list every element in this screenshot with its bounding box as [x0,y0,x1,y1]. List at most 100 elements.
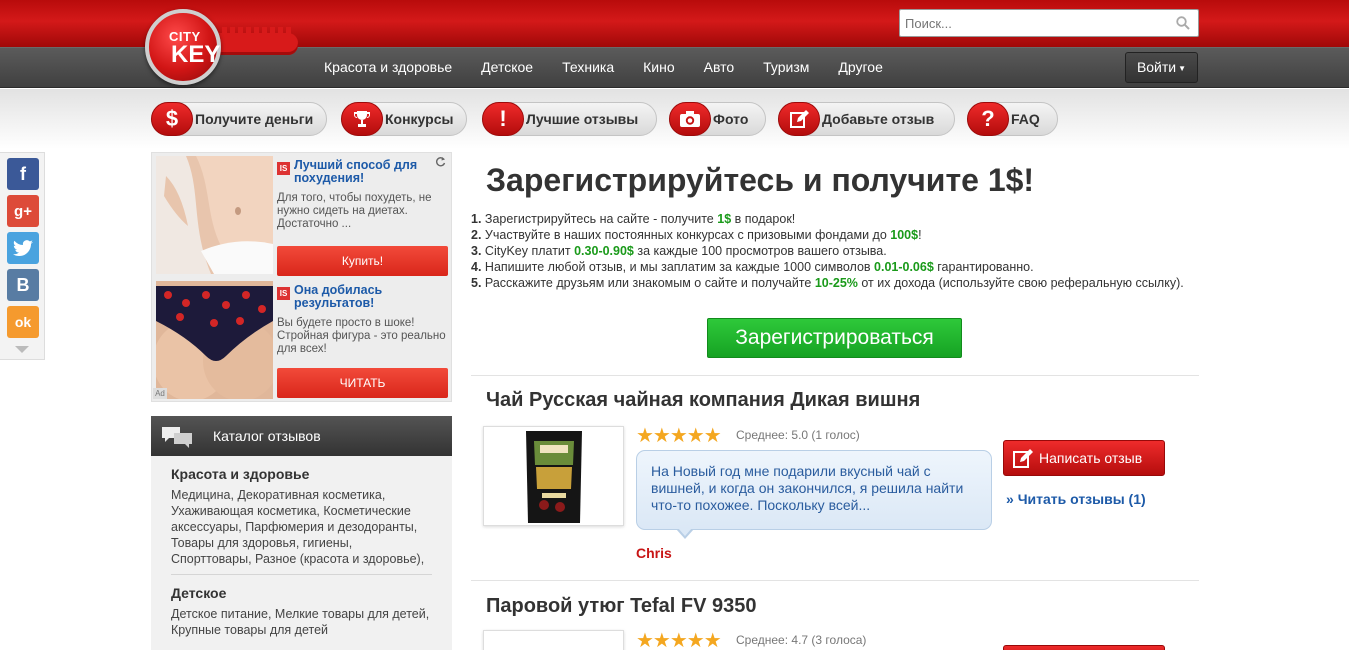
logo-circle: CITY KEY [145,9,221,85]
step-text: CityKey платит [481,244,575,258]
faq-label: FAQ [1011,111,1040,127]
trophy-icon [341,101,383,136]
ad-choices-icon[interactable]: Ad [153,388,167,399]
product-thumbnail[interactable] [483,630,624,650]
product-thumbnail[interactable] [483,426,624,526]
step-highlight: 0.30-0.90$ [574,244,634,258]
step-text: в подарок! [731,212,796,226]
add-review-button[interactable]: Добавьте отзыв [778,101,955,136]
search-box [899,9,1199,37]
ad-item: IS Лучший способ для похудения! Для того… [156,156,449,276]
vk-icon[interactable]: B [7,269,39,301]
step-item: 3. CityKey платит 0.30-0.90$ за каждые 1… [471,243,1191,259]
best-reviews-label: Лучшие отзывы [526,111,639,127]
ad-title[interactable]: Она добилась результатов! [294,284,444,310]
catalog-title: Каталог отзывов [213,428,321,444]
review-product-title[interactable]: Чай Русская чайная компания Дикая вишня [486,389,920,412]
catalog-section-items: Медицина, Декоративная косметика, Ухажив… [171,488,425,566]
ad-description: Вы будете просто в шоке! Стройная фигура… [277,317,446,355]
question-icon: ? [967,101,1009,136]
write-review-button[interactable]: Написать отзыв [1003,440,1165,476]
register-button[interactable]: Зарегистрироваться [707,318,962,358]
rating-stars: ★★★★★ [636,630,722,650]
contests-button[interactable]: Конкурсы [341,101,467,136]
step-text: гарантированно. [933,260,1034,274]
camera-icon [669,101,711,136]
read-reviews-link[interactable]: » Читать отзывы (1) [1006,491,1146,507]
search-input[interactable] [900,10,1160,36]
review-divider [471,580,1199,581]
catalog-section-beauty[interactable]: Красота и здоровье [171,466,432,482]
catalog-section-kids[interactable]: Детское [171,585,432,601]
login-button[interactable]: Войти ▼ [1125,52,1198,83]
nav-item-kids[interactable]: Детское [467,47,547,88]
step-item: 2. Участвуйте в наших постоянных конкурс… [471,227,1191,243]
search-icon[interactable] [1176,16,1190,30]
ad-description: Для того, чтобы похудеть, не нужно сидет… [277,192,432,230]
get-money-button[interactable]: $ Получите деньги [151,101,327,136]
tea-package-image [484,427,623,525]
ad-read-button[interactable]: ЧИТАТЬ [277,368,448,398]
ad-image-bikini[interactable] [156,281,273,399]
social-share-bar: f g+ B ok [0,152,45,360]
step-number: 3. [471,244,482,258]
facebook-icon[interactable]: f [7,158,39,190]
review-author[interactable]: Chris [636,545,672,561]
step-number: 4. [471,260,482,274]
refresh-icon[interactable] [435,156,446,167]
dollar-icon: $ [151,101,193,136]
page-title: Зарегистрируйтесь и получите 1$! [486,162,1035,198]
step-text: Участвуйте в наших постоянных конкурсах … [481,228,891,242]
step-item: 1. Зарегистрируйтесь на сайте - получите… [471,211,1191,227]
double-chevron-right-icon: » [1006,491,1014,507]
nav-item-cinema[interactable]: Кино [629,47,689,88]
photo-button[interactable]: Фото [669,101,766,136]
nav-item-tech[interactable]: Техника [548,47,628,88]
ad-item: IS Она добилась результатов! Вы будете п… [156,281,449,401]
ad-badge-icon: IS [277,162,290,175]
step-highlight: 100$ [890,228,919,242]
step-text: Расскажите друзьям или знакомым о сайте … [481,276,815,290]
step-item: 5. Расскажите друзьям или знакомым о сай… [471,275,1191,291]
read-reviews-label: Читать отзывы (1) [1017,491,1146,507]
more-share-arrow-icon[interactable] [15,346,29,353]
pen-icon [1013,449,1033,468]
ad-buy-button[interactable]: Купить! [277,246,448,276]
bubble-tail-inner [678,528,692,536]
rating-text: Среднее: 5.0 (1 голос) [736,428,860,442]
nav-item-tourism[interactable]: Туризм [749,47,823,88]
step-item: 4. Напишите любой отзыв, и мы заплатим з… [471,259,1191,275]
rating-stars: ★★★★★ [636,425,722,447]
catalog-section: Красота и здоровье Медицина, Декоративна… [151,466,452,575]
nav-item-other[interactable]: Другое [824,47,896,88]
site-logo[interactable]: CITY KEY [142,3,300,87]
reward-steps-list: 1. Зарегистрируйтесь на сайте - получите… [471,211,1191,291]
nav-item-beauty[interactable]: Красота и здоровье [310,47,466,88]
google-plus-icon[interactable]: g+ [7,195,39,227]
ad-title[interactable]: Лучший способ для похудения! [294,159,444,185]
best-reviews-button[interactable]: ! Лучшие отзывы [482,101,657,136]
rating-text: Среднее: 4.7 (3 голоса) [736,633,867,647]
write-review-button[interactable] [1003,645,1165,650]
review-divider [471,375,1199,376]
step-number: 2. [471,228,482,242]
odnoklassniki-icon[interactable]: ok [7,306,39,338]
write-review-label: Написать отзыв [1039,450,1143,466]
step-text: ! [918,228,922,242]
step-text: Зарегистрируйтесь на сайте - получите [481,212,718,226]
catalog-section: Детское Детское питание, Мелкие товары д… [151,585,452,638]
review-product-title[interactable]: Паровой утюг Tefal FV 9350 [486,595,757,618]
faq-button[interactable]: ? FAQ [967,101,1058,136]
review-excerpt-bubble[interactable]: На Новый год мне подарили вкусный чай с … [636,450,992,530]
step-text: Напишите любой отзыв, и мы заплатим за к… [481,260,875,274]
ad-block: IS Лучший способ для похудения! Для того… [151,152,452,402]
review-excerpt: На Новый год мне подарили вкусный чай с … [651,463,964,513]
step-number: 5. [471,276,482,290]
ad-image-waist[interactable] [156,156,273,274]
chat-bubbles-icon [162,427,192,448]
twitter-icon[interactable] [7,232,39,264]
step-text: от их дохода (используйте свою реферальн… [857,276,1184,290]
review-catalog: Каталог отзывов Красота и здоровье Медиц… [151,416,452,650]
step-text: за каждые 100 просмотров вашего отзыва. [633,244,887,258]
nav-item-auto[interactable]: Авто [690,47,749,88]
